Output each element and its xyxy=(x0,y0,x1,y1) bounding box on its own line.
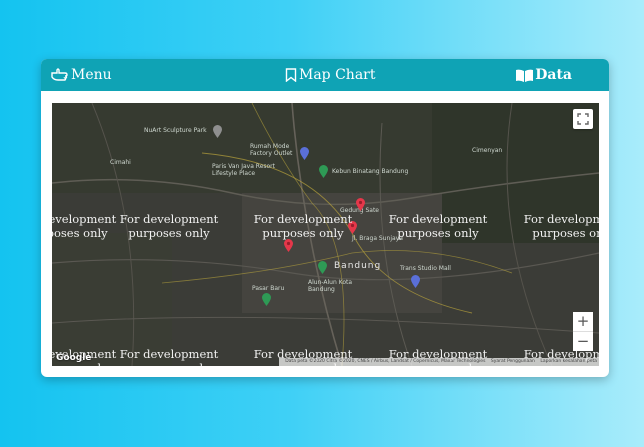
poi-label: Trans Studio Mall xyxy=(400,265,451,272)
menu-button[interactable]: Menu xyxy=(51,59,112,91)
poi-label: Pasar Baru xyxy=(252,285,285,292)
zoom-in-button[interactable]: + xyxy=(573,312,593,332)
park-pin-icon xyxy=(318,261,327,274)
poi-label: Rumah Mode Factory Outlet xyxy=(250,143,293,157)
map-card: Menu Map Chart Data NuArt Sculpture Park… xyxy=(41,59,609,377)
data-label: Data xyxy=(535,67,572,83)
dev-watermark: For development purposes only xyxy=(52,212,117,240)
hand-pointing-icon xyxy=(51,68,69,82)
dev-watermark: For development purposes only xyxy=(523,212,599,240)
google-logo: Google xyxy=(56,353,92,363)
poi-label: Cimenyan xyxy=(472,147,503,154)
fullscreen-button[interactable] xyxy=(573,109,593,129)
dev-watermark: For development purposes only xyxy=(253,212,353,240)
poi-label: Paris Van Java Resort Lifestyle Place xyxy=(212,163,276,177)
book-open-icon xyxy=(516,69,534,82)
page-title: Map Chart xyxy=(285,59,376,91)
park-pin-icon xyxy=(262,293,271,306)
poi-label: Cimahi xyxy=(110,159,131,166)
zoom-out-button[interactable]: − xyxy=(573,332,593,351)
dev-watermark: For development purposes only xyxy=(119,212,219,240)
park-pin-icon xyxy=(319,165,328,178)
city-label: Bandung xyxy=(334,261,382,271)
poi-label: NuArt Sculpture Park xyxy=(144,127,207,134)
poi-pin-icon xyxy=(213,125,222,138)
bookmark-icon xyxy=(285,68,297,82)
map-attribution: Data peta ©2020 Citra ©2020, CNES / Airb… xyxy=(279,358,599,366)
dev-watermark: For development purposes only xyxy=(119,347,219,366)
dev-watermark: For development purposes only xyxy=(388,212,488,240)
satellite-map[interactable]: NuArt Sculpture Park Rumah Mode Factory … xyxy=(52,103,599,366)
shopping-pin-icon xyxy=(300,147,309,160)
data-button[interactable]: Data xyxy=(516,59,572,91)
fullscreen-icon xyxy=(577,113,589,125)
map-marker[interactable] xyxy=(356,198,365,211)
poi-label: Alun-Alun Kota Bandung xyxy=(308,279,353,293)
menu-label: Menu xyxy=(71,67,112,83)
page-title-label: Map Chart xyxy=(299,67,376,83)
terms-link[interactable]: Syarat Penggunaan xyxy=(491,359,535,364)
shopping-pin-icon xyxy=(411,275,420,288)
report-error-link[interactable]: Laporkan kesalahan peta xyxy=(540,359,597,364)
poi-label: Kebun Binatang Bandung xyxy=(332,168,409,175)
top-nav-bar: Menu Map Chart Data xyxy=(41,59,609,91)
map-marker[interactable] xyxy=(284,239,293,252)
attribution-data: Data peta ©2020 Citra ©2020, CNES / Airb… xyxy=(285,359,486,364)
